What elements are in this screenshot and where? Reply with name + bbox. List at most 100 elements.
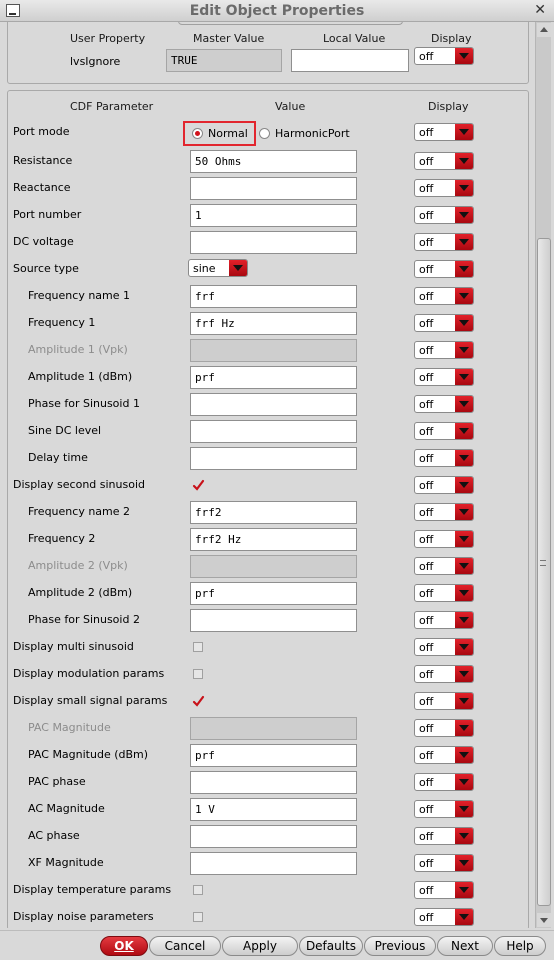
display-modulation-params-display-select[interactable]: off — [414, 665, 474, 683]
display-small-signal-params-display-select[interactable]: off — [414, 692, 474, 710]
delay-time-field[interactable] — [190, 447, 357, 470]
chevron-down-icon[interactable] — [455, 234, 473, 250]
ac-magnitude-field[interactable]: 1 V — [190, 798, 357, 821]
chevron-down-icon[interactable] — [455, 48, 473, 64]
pac-magnitude-dbm-display-select[interactable]: off — [414, 746, 474, 764]
display-temperature-params-display-select[interactable]: off — [414, 881, 474, 899]
chevron-down-icon[interactable] — [455, 396, 473, 412]
delay-time-display-select[interactable]: off — [414, 449, 474, 467]
chevron-down-icon[interactable] — [455, 666, 473, 682]
chevron-down-icon[interactable] — [455, 747, 473, 763]
chevron-down-icon[interactable] — [455, 153, 473, 169]
pac-magnitude-display-select[interactable]: off — [414, 719, 474, 737]
display-noise-parameters-checkbox[interactable] — [192, 911, 205, 924]
amplitude-2-vpk-display-select[interactable]: off — [414, 557, 474, 575]
sine-dc-level-display-select[interactable]: off — [414, 422, 474, 440]
display-small-signal-params-checkbox[interactable] — [192, 695, 205, 708]
port-mode-display-select[interactable]: off — [414, 123, 474, 141]
chevron-down-icon[interactable] — [455, 855, 473, 871]
scroll-down-icon[interactable] — [537, 913, 551, 927]
chevron-down-icon[interactable] — [455, 288, 473, 304]
display-temperature-params-checkbox[interactable] — [192, 884, 205, 897]
amplitude-2-dbm-field[interactable]: prf — [190, 582, 357, 605]
xf-magnitude-field[interactable] — [190, 852, 357, 875]
chevron-down-icon[interactable] — [455, 477, 473, 493]
frequency-name-2-field[interactable]: frf2 — [190, 501, 357, 524]
amplitude-1-dbm-display-select[interactable]: off — [414, 368, 474, 386]
frequency-1-field[interactable]: frf Hz — [190, 312, 357, 335]
display-multi-sinusoid-checkbox[interactable] — [192, 641, 205, 654]
chevron-down-icon[interactable] — [455, 342, 473, 358]
source-type-select[interactable]: sine — [188, 259, 248, 277]
chevron-down-icon[interactable] — [455, 909, 473, 925]
chevron-down-icon[interactable] — [229, 260, 247, 276]
chevron-down-icon[interactable] — [455, 774, 473, 790]
ac-phase-field[interactable] — [190, 825, 357, 848]
port-number-field[interactable]: 1 — [190, 204, 357, 227]
chevron-down-icon[interactable] — [455, 639, 473, 655]
chevron-down-icon[interactable] — [455, 423, 473, 439]
cancel-button[interactable]: Cancel — [149, 936, 221, 956]
ok-button[interactable]: OK — [100, 936, 148, 956]
phase-for-sinusoid-1-field[interactable] — [190, 393, 357, 416]
reactance-field[interactable] — [190, 177, 357, 200]
resistance-field[interactable]: 50 Ohms — [190, 150, 357, 173]
resistance-display-select[interactable]: off — [414, 152, 474, 170]
chevron-down-icon[interactable] — [455, 124, 473, 140]
pac-phase-field[interactable] — [190, 771, 357, 794]
next-button[interactable]: Next — [437, 936, 493, 956]
chevron-down-icon[interactable] — [455, 315, 473, 331]
defaults-button[interactable]: Defaults — [299, 936, 363, 956]
display-second-sinusoid-checkbox[interactable] — [192, 479, 205, 492]
scroll-up-icon[interactable] — [537, 23, 551, 37]
apply-button[interactable]: Apply — [222, 936, 298, 956]
scrollbar-thumb[interactable] — [537, 238, 551, 906]
display-second-sinusoid-display-select[interactable]: off — [414, 476, 474, 494]
chevron-down-icon[interactable] — [455, 882, 473, 898]
chevron-down-icon[interactable] — [455, 207, 473, 223]
chevron-down-icon[interactable] — [455, 261, 473, 277]
chevron-down-icon[interactable] — [455, 369, 473, 385]
chevron-down-icon[interactable] — [455, 693, 473, 709]
amplitude-2-dbm-display-select[interactable]: off — [414, 584, 474, 602]
chevron-down-icon[interactable] — [455, 504, 473, 520]
previous-button[interactable]: Previous — [364, 936, 436, 956]
reactance-display-select[interactable]: off — [414, 179, 474, 197]
chevron-down-icon[interactable] — [455, 612, 473, 628]
frequency-2-display-select[interactable]: off — [414, 530, 474, 548]
frequency-2-field[interactable]: frf2 Hz — [190, 528, 357, 551]
pac-magnitude-dbm-field[interactable]: prf — [190, 744, 357, 767]
phase-for-sinusoid-2-display-select[interactable]: off — [414, 611, 474, 629]
phase-for-sinusoid-1-display-select[interactable]: off — [414, 395, 474, 413]
dc-voltage-display-select[interactable]: off — [414, 233, 474, 251]
frequency-1-display-select[interactable]: off — [414, 314, 474, 332]
help-button[interactable]: Help — [494, 936, 546, 956]
frequency-name-2-display-select[interactable]: off — [414, 503, 474, 521]
port-number-display-select[interactable]: off — [414, 206, 474, 224]
frequency-name-1-field[interactable]: frf — [190, 285, 357, 308]
close-icon[interactable]: ✕ — [534, 2, 546, 18]
display-multi-sinusoid-display-select[interactable]: off — [414, 638, 474, 656]
chevron-down-icon[interactable] — [455, 180, 473, 196]
display-modulation-params-checkbox[interactable] — [192, 668, 205, 681]
ac-magnitude-display-select[interactable]: off — [414, 800, 474, 818]
radio-harmonicport[interactable] — [259, 128, 270, 139]
radio-harmonicport-label[interactable]: HarmonicPort — [275, 127, 350, 140]
amplitude-1-dbm-field[interactable]: prf — [190, 366, 357, 389]
xf-magnitude-display-select[interactable]: off — [414, 854, 474, 872]
local-value-field[interactable] — [291, 49, 409, 72]
vertical-scrollbar[interactable] — [535, 22, 551, 928]
ac-phase-display-select[interactable]: off — [414, 827, 474, 845]
chevron-down-icon[interactable] — [455, 585, 473, 601]
phase-for-sinusoid-2-field[interactable] — [190, 609, 357, 632]
chevron-down-icon[interactable] — [455, 828, 473, 844]
chevron-down-icon[interactable] — [455, 531, 473, 547]
chevron-down-icon[interactable] — [455, 450, 473, 466]
sine-dc-level-field[interactable] — [190, 420, 357, 443]
chevron-down-icon[interactable] — [455, 558, 473, 574]
pac-phase-display-select[interactable]: off — [414, 773, 474, 791]
amplitude-1-vpk-display-select[interactable]: off — [414, 341, 474, 359]
source-type-display-select[interactable]: off — [414, 260, 474, 278]
frequency-name-1-display-select[interactable]: off — [414, 287, 474, 305]
user-property-display-select[interactable]: off — [414, 47, 474, 65]
